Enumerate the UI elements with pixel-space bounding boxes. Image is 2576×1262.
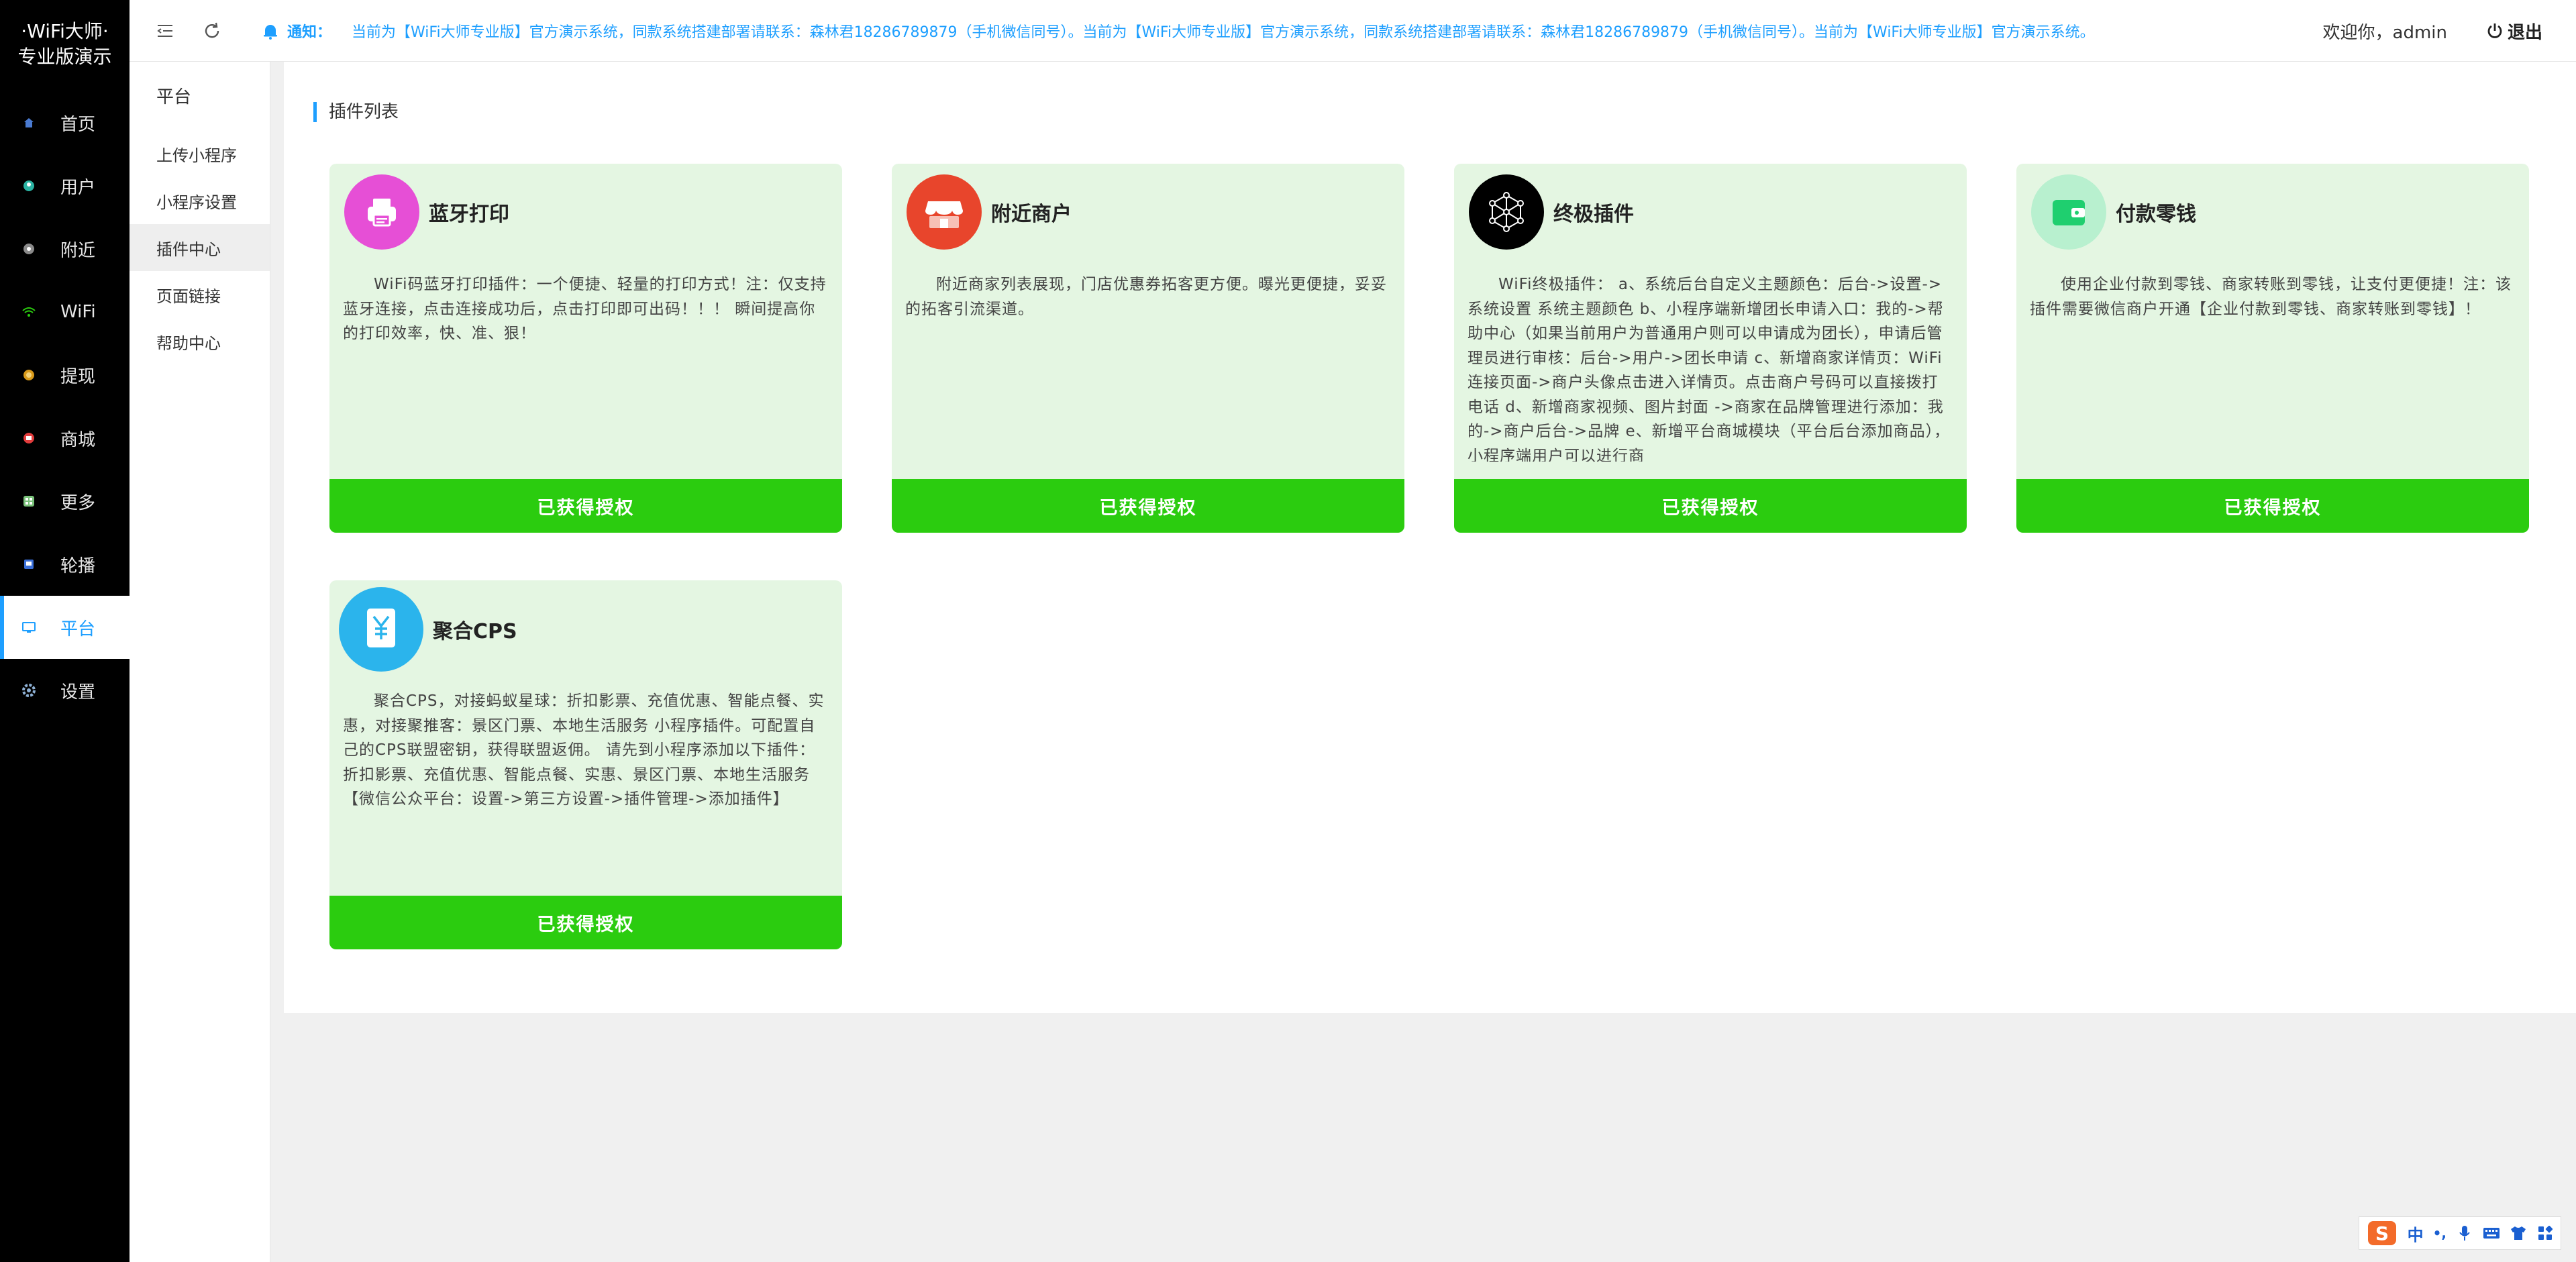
nav-item-home[interactable]: 首页 [0,91,130,154]
nav-item-wifi[interactable]: WiFi [0,280,130,344]
sogou-s-icon[interactable]: S [2366,1218,2398,1248]
nearby-icon [20,240,38,258]
subnav-item-plugin-center[interactable]: 插件中心 [130,224,270,271]
mall-icon [20,429,38,447]
authorized-button[interactable]: 已获得授权 [329,896,842,949]
main-sidebar: ·WiFi大师· 专业版演示 首页 用户 附近 WiFi 提现 商城 更多 轮播… [0,0,130,1262]
authorized-button[interactable]: 已获得授权 [1454,479,1967,533]
nav-item-label: 更多 [60,492,96,513]
settings-icon [20,682,38,699]
nav-item-label: WiFi [60,302,96,322]
card-title: 附近商户 [991,203,1072,226]
plugin-card-aggregate-cps: 聚合CPS 聚合CPS，对接蚂蚁星球：折扣影票、充值优惠、智能点餐、实惠，对接聚… [329,580,842,949]
plugin-card-bluetooth-print: 蓝牙打印 WiFi码蓝牙打印插件：一个便捷、轻量的打印方式！注：仅支持蓝牙连接，… [329,164,842,533]
card-header: 蓝牙打印 [344,174,509,250]
card-title: 终极插件 [1553,203,1634,226]
card-header: 附近商户 [907,174,1072,250]
nav-item-user[interactable]: 用户 [0,154,130,217]
welcome-text: 欢迎你，admin [2322,22,2447,43]
main-nav: 首页 用户 附近 WiFi 提现 商城 更多 轮播 平台 设置 [0,91,130,722]
network-icon [1469,174,1544,250]
authorized-button[interactable]: 已获得授权 [2016,479,2529,533]
card-description: 使用企业付款到零钱、商家转账到零钱，让支付更便捷！注：该插件需要微信商户开通【企… [2030,276,2512,318]
cps-icon [339,587,423,672]
nav-item-nearby[interactable]: 附近 [0,217,130,280]
wallet-icon [2031,174,2106,250]
card-description: 附近商家列表展现，门店优惠券拓客更方便。曝光更便捷，妥妥的拓客引流渠道。 [905,276,1387,318]
main-content: 插件列表 蓝牙打印 WiFi码蓝牙打印插件：一个便捷、轻量的打印方式！注：仅支持… [284,62,2576,1013]
logout-button[interactable]: 退出 [2485,19,2542,44]
subnav-item-miniprogram-settings[interactable]: 小程序设置 [130,177,270,224]
nav-item-label: 平台 [60,619,96,639]
card-title: 聚合CPS [433,620,517,643]
plugin-card-payment-change: 付款零钱 使用企业付款到零钱、商家转账到零钱，让支付更便捷！注：该插件需要微信商… [2016,164,2529,533]
nav-item-label: 提现 [60,366,96,387]
notice-label: 通知： [287,23,332,41]
card-header: 付款零钱 [2031,174,2196,250]
platform-icon [20,619,38,636]
card-header: 聚合CPS [339,587,517,672]
card-header: 终极插件 [1469,174,1634,250]
home-icon [20,114,38,132]
brand-line2: 专业版演示 [17,46,112,68]
top-header: 通知： 当前为【WiFi大师专业版】官方演示系统，同款系统搭建部署请联系：森林君… [130,0,2576,62]
brand-line1: ·WiFi大师· [21,20,109,42]
printer-icon [344,174,419,250]
logout-label: 退出 [2507,22,2542,43]
nav-item-label: 商城 [60,429,96,450]
subnav-item-upload-miniprogram[interactable]: 上传小程序 [130,130,270,177]
bell-icon [260,21,280,41]
brand-logo: ·WiFi大师· 专业版演示 [0,0,130,68]
subnav-item-help-center[interactable]: 帮助中心 [130,318,270,365]
user-icon [20,177,38,195]
nav-item-platform[interactable]: 平台 [0,596,130,659]
ime-punctuation[interactable]: •, [2433,1225,2446,1241]
nav-item-more[interactable]: 更多 [0,470,130,533]
header-right: 欢迎你，admin 退出 [2323,0,2542,62]
authorized-button[interactable]: 已获得授权 [329,479,842,533]
authorized-button[interactable]: 已获得授权 [892,479,1404,533]
more-icon [20,492,38,510]
nav-item-label: 轮播 [60,556,96,576]
carousel-icon [20,556,38,573]
ime-mode-indicator[interactable]: 中 [2408,1222,2424,1245]
card-description: 聚合CPS，对接蚂蚁星球：折扣影票、充值优惠、智能点餐、实惠，对接聚推客：景区门… [343,692,825,808]
notice-text: 当前为【WiFi大师专业版】官方演示系统，同款系统搭建部署请联系：森林君1828… [352,23,2095,41]
section-title: 插件列表 [313,102,399,122]
nav-item-label: 设置 [60,682,96,702]
wifi-icon [20,303,38,321]
subnav-title: 平台 [156,87,192,107]
withdraw-icon [20,366,38,384]
power-icon [2487,23,2502,38]
nav-item-mall[interactable]: 商城 [0,407,130,470]
card-description: WiFi终极插件： a、系统后台自定义主题颜色：后台->设置->系统设置 系统主… [1467,276,1951,462]
plugin-card-nearby-merchants: 附近商户 附近商家列表展现，门店优惠券拓客更方便。曝光更便捷，妥妥的拓客引流渠道… [892,164,1404,533]
plugin-card-ultimate: 终极插件 WiFi终极插件： a、系统后台自定义主题颜色：后台->设置->系统设… [1454,164,1967,533]
skin-icon[interactable] [2510,1224,2527,1242]
nav-item-label: 首页 [60,114,96,135]
ime-toolbar: S 中 •, [2358,1216,2561,1250]
nav-item-withdraw[interactable]: 提现 [0,344,130,407]
card-title: 付款零钱 [2116,203,2196,226]
notice-bar: 通知： 当前为【WiFi大师专业版】官方演示系统，同款系统搭建部署请联系：森林君… [260,20,2206,42]
nav-item-settings[interactable]: 设置 [0,659,130,722]
card-title: 蓝牙打印 [429,203,509,226]
keyboard-icon[interactable] [2483,1224,2500,1242]
fold-menu-icon[interactable] [152,17,178,44]
nav-item-label: 用户 [60,177,96,198]
card-description: WiFi码蓝牙打印插件：一个便捷、轻量的打印方式！注：仅支持蓝牙连接，点击连接成… [343,276,827,342]
mic-icon[interactable] [2456,1224,2473,1242]
svg-text:S: S [2375,1222,2389,1245]
nav-item-label: 附近 [60,240,96,261]
nav-item-carousel[interactable]: 轮播 [0,533,130,596]
refresh-icon[interactable] [199,17,225,44]
grid-icon[interactable] [2536,1224,2554,1242]
sub-sidebar: 平台 上传小程序 小程序设置 插件中心 页面链接 帮助中心 [130,62,270,1262]
store-icon [907,174,982,250]
subnav-item-page-links[interactable]: 页面链接 [130,271,270,318]
